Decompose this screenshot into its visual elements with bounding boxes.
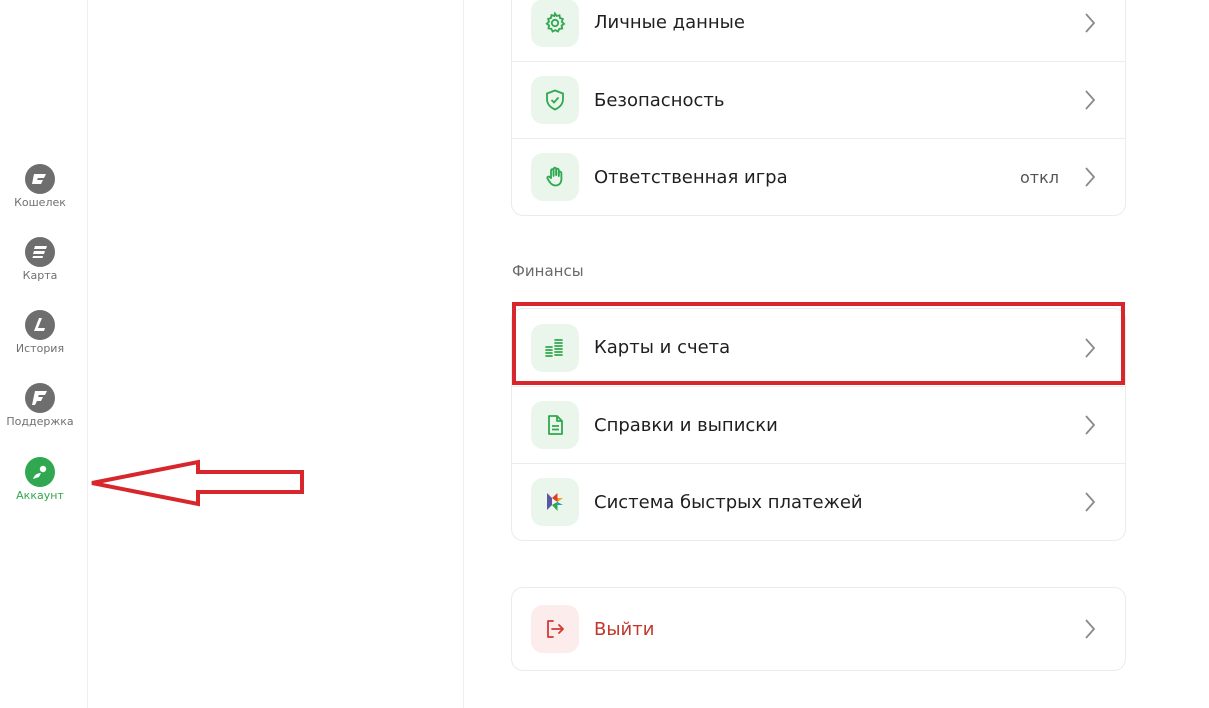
support-icon	[25, 383, 55, 413]
sbp-icon	[531, 478, 579, 526]
account-icon	[25, 457, 55, 487]
nav-item-account[interactable]: Аккаунт	[0, 457, 80, 502]
wallet-icon	[25, 164, 55, 194]
row-title: Справки и выписки	[594, 414, 778, 436]
nav-item-map[interactable]: Карта	[0, 237, 80, 282]
row-title: Безопасность	[594, 89, 725, 111]
column-divider	[463, 0, 464, 708]
account-page: Кошелек Карта История Поддержка Аккаунт	[0, 0, 1209, 708]
nav-label: Кошелек	[14, 196, 66, 209]
responsible-gaming-item[interactable]: Ответственная игра откл	[512, 138, 1125, 215]
chevron-right-icon	[1085, 492, 1096, 512]
coins-icon	[531, 323, 579, 372]
security-item[interactable]: Безопасность	[512, 61, 1125, 138]
chevron-right-icon	[1085, 90, 1096, 110]
hand-icon	[531, 153, 579, 201]
sidebar-nav: Кошелек Карта История Поддержка Аккаунт	[0, 0, 88, 708]
row-title: Система быстрых платежей	[594, 491, 863, 513]
nav-label: История	[15, 342, 65, 355]
chevron-right-icon	[1085, 167, 1096, 187]
personal-data-item[interactable]: Личные данные	[512, 0, 1125, 61]
row-title: Ответственная игра	[594, 166, 788, 188]
cards-accounts-item[interactable]: Карты и счета	[512, 309, 1125, 386]
gear-icon	[531, 0, 579, 47]
chevron-right-icon	[1085, 337, 1096, 358]
nav-label: Карта	[22, 269, 58, 282]
annotation-arrow-icon	[91, 459, 304, 507]
history-icon	[25, 310, 55, 340]
finance-section-title: Финансы	[512, 262, 584, 280]
nav-item-history[interactable]: История	[0, 310, 80, 355]
logout-item[interactable]: Выйти	[512, 588, 1125, 670]
row-title: Выйти	[594, 618, 655, 640]
finance-card: Карты и счета Справки и выписки Система …	[511, 308, 1126, 541]
account-settings-card: Личные данные Безопасность Ответственная…	[511, 0, 1126, 216]
fast-payments-item[interactable]: Система быстрых платежей	[512, 463, 1125, 540]
logout-card: Выйти	[511, 587, 1126, 671]
nav-label: Поддержка	[6, 415, 74, 428]
shield-icon	[531, 76, 579, 124]
responsible-gaming-status: откл	[1020, 167, 1059, 187]
row-title: Карты и счета	[594, 337, 731, 358]
map-icon	[25, 237, 55, 267]
statements-item[interactable]: Справки и выписки	[512, 386, 1125, 463]
document-icon	[531, 401, 579, 449]
chevron-right-icon	[1085, 415, 1096, 435]
row-title: Личные данные	[594, 12, 745, 33]
chevron-right-icon	[1085, 12, 1096, 33]
chevron-right-icon	[1085, 619, 1096, 639]
nav-label: Аккаунт	[16, 489, 64, 502]
logout-icon	[531, 605, 579, 653]
nav-item-support[interactable]: Поддержка	[0, 383, 80, 428]
nav-item-wallet[interactable]: Кошелек	[0, 164, 80, 209]
